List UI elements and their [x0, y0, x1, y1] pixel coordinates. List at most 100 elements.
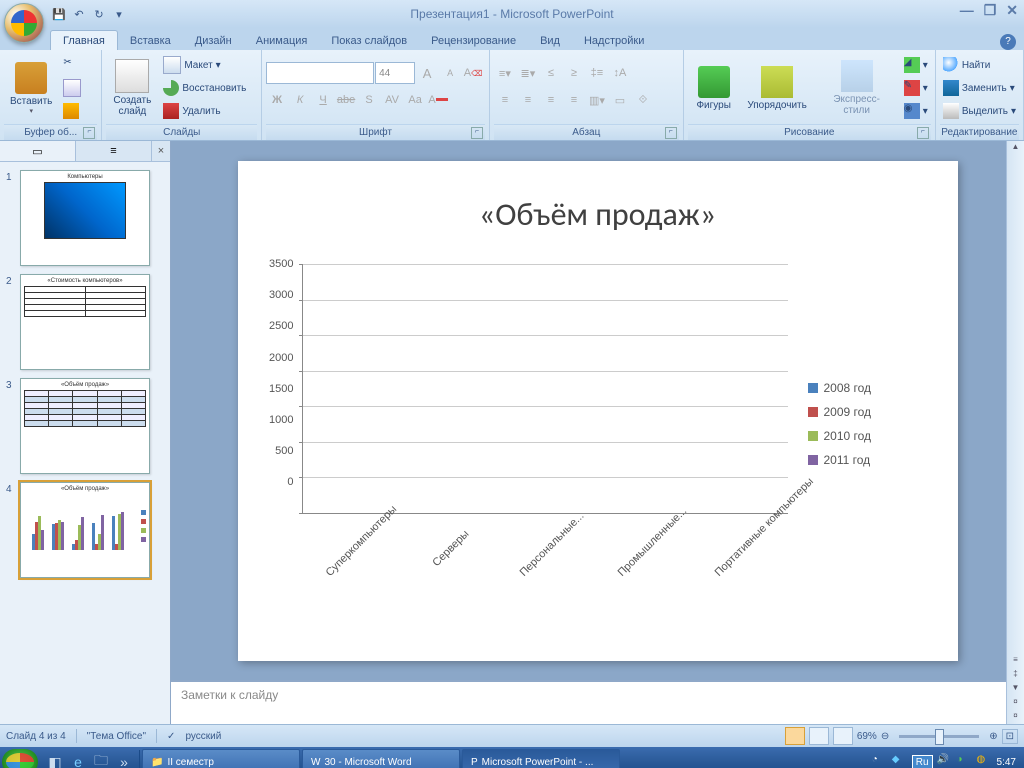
tray-clock[interactable]: 5:47: [997, 757, 1016, 768]
tab-view[interactable]: Вид: [528, 31, 572, 50]
bullets-button[interactable]: ≡▾: [494, 62, 516, 84]
paragraph-launcher-icon[interactable]: ⌐: [665, 127, 677, 139]
shapes-button[interactable]: Фигуры: [688, 64, 740, 113]
cut-button[interactable]: ✂: [60, 54, 84, 76]
tab-slideshow[interactable]: Показ слайдов: [319, 31, 419, 50]
new-slide-button[interactable]: Создать слайд: [106, 57, 158, 119]
help-icon[interactable]: ?: [1000, 34, 1016, 50]
tray-icon-4[interactable]: ◍: [977, 754, 993, 768]
tab-home[interactable]: Главная: [50, 30, 118, 50]
grow-font-button[interactable]: A: [416, 62, 438, 84]
notes-pane[interactable]: Заметки к слайду: [171, 680, 1007, 724]
spellcheck-icon[interactable]: ✓: [167, 731, 175, 742]
show-desktop-icon[interactable]: ◧: [44, 750, 66, 768]
shape-outline-button[interactable]: ✎▾: [901, 77, 931, 99]
start-button[interactable]: [2, 749, 38, 768]
change-case-button[interactable]: Aa: [404, 89, 426, 111]
tab-insert[interactable]: Вставка: [118, 31, 183, 50]
qat-menu-icon[interactable]: ▾: [110, 5, 128, 23]
thumbnails-close-icon[interactable]: ×: [152, 141, 170, 161]
font-size-combo[interactable]: [375, 62, 415, 84]
taskbar-app-button[interactable]: W30 - Microsoft Word: [302, 749, 460, 768]
slide-canvas[interactable]: «Объём продаж» 0500100015002000250030003…: [238, 161, 958, 661]
italic-button[interactable]: К: [289, 89, 311, 111]
strike-button[interactable]: abe: [335, 89, 357, 111]
maximize-icon[interactable]: ❐: [984, 2, 997, 19]
taskbar-app-button[interactable]: 📁II семестр: [142, 749, 300, 768]
align-left-button[interactable]: ≡: [494, 89, 516, 111]
normal-view-button[interactable]: [785, 727, 805, 745]
font-launcher-icon[interactable]: ⌐: [471, 127, 483, 139]
fit-window-button[interactable]: ⊡: [1002, 729, 1018, 744]
font-family-combo[interactable]: [266, 62, 374, 84]
layout-button[interactable]: Макет ▾: [160, 54, 249, 76]
vertical-scrollbar[interactable]: [1006, 141, 1024, 724]
align-right-button[interactable]: ≡: [540, 89, 562, 111]
close-icon[interactable]: ✕: [1006, 2, 1018, 19]
indent-dec-button[interactable]: ≤: [540, 62, 562, 84]
thumbnails-tab-slides[interactable]: ▭: [0, 141, 76, 161]
text-direction-button[interactable]: ↕A: [609, 62, 631, 84]
taskbar-app-button[interactable]: PMicrosoft PowerPoint - ...: [462, 749, 620, 768]
paste-button[interactable]: Вставить▾: [4, 60, 58, 117]
volume-icon[interactable]: 🔊: [937, 754, 953, 768]
sorter-view-button[interactable]: [809, 727, 829, 745]
tray-icon-1[interactable]: ◔: [872, 754, 888, 768]
replace-button[interactable]: Заменить ▾: [940, 77, 1019, 99]
zoom-out-button[interactable]: ⊖: [881, 731, 889, 742]
indent-inc-button[interactable]: ≥: [563, 62, 585, 84]
tab-design[interactable]: Дизайн: [183, 31, 244, 50]
office-button[interactable]: [4, 3, 44, 43]
format-painter-button[interactable]: [60, 100, 84, 122]
tray-icon-3[interactable]: ◑: [957, 754, 973, 768]
underline-button[interactable]: Ч: [312, 89, 334, 111]
find-button[interactable]: Найти: [940, 54, 1019, 76]
thumbnail-slide-2[interactable]: 2«Стоимость компьютеров»: [0, 270, 170, 374]
reset-button[interactable]: Восстановить: [160, 77, 249, 99]
columns-button[interactable]: ▥▾: [586, 89, 608, 111]
redo-icon[interactable]: ↻: [90, 5, 108, 23]
tab-review[interactable]: Рецензирование: [419, 31, 528, 50]
thumbnail-slide-1[interactable]: 1Компьютеры: [0, 166, 170, 270]
arrange-button[interactable]: Упорядочить: [742, 64, 813, 113]
ie-icon[interactable]: e: [67, 750, 89, 768]
align-text-button[interactable]: ▭: [609, 89, 631, 111]
zoom-value[interactable]: 69%: [857, 731, 877, 742]
status-language[interactable]: русский: [185, 731, 221, 742]
explorer-icon[interactable]: 🗀: [90, 750, 112, 768]
copy-button[interactable]: [60, 77, 84, 99]
smartart-button[interactable]: ⟐: [632, 89, 654, 111]
tray-icon-2[interactable]: ◆: [892, 754, 908, 768]
line-spacing-button[interactable]: ‡≡: [586, 62, 608, 84]
save-icon[interactable]: 💾: [50, 5, 68, 23]
justify-button[interactable]: ≡: [563, 89, 585, 111]
thumbnails-tab-outline[interactable]: ≡: [76, 141, 152, 161]
clipboard-launcher-icon[interactable]: ⌐: [83, 127, 95, 139]
select-button[interactable]: Выделить ▾: [940, 100, 1019, 122]
shape-fill-button[interactable]: ◢▾: [901, 54, 931, 76]
undo-icon[interactable]: ↶: [70, 5, 88, 23]
drawing-launcher-icon[interactable]: ⌐: [917, 127, 929, 139]
char-spacing-button[interactable]: AV: [381, 89, 403, 111]
numbering-button[interactable]: ≣▾: [517, 62, 539, 84]
status-bar: Слайд 4 из 4 "Тема Office" ✓ русский 69%…: [0, 724, 1024, 747]
tab-addins[interactable]: Надстройки: [572, 31, 656, 50]
thumbnail-slide-4[interactable]: 4«Объём продаж»: [0, 478, 170, 582]
tray-language[interactable]: Ru: [912, 755, 933, 768]
shrink-font-button[interactable]: A: [439, 62, 461, 84]
thumbnail-slide-3[interactable]: 3«Объём продаж»: [0, 374, 170, 478]
shadow-button[interactable]: S: [358, 89, 380, 111]
zoom-in-button[interactable]: ⊕: [989, 731, 997, 742]
zoom-slider[interactable]: [899, 735, 979, 738]
minimize-icon[interactable]: —: [960, 2, 974, 19]
font-color-button[interactable]: A: [427, 89, 449, 111]
clear-format-button[interactable]: A⌫: [462, 62, 484, 84]
slideshow-view-button[interactable]: [833, 727, 853, 745]
bold-button[interactable]: Ж: [266, 89, 288, 111]
shape-effects-button[interactable]: ◉▾: [901, 100, 931, 122]
align-center-button[interactable]: ≡: [517, 89, 539, 111]
tab-animation[interactable]: Анимация: [244, 31, 320, 50]
quick-styles-button[interactable]: Экспресс-стили: [815, 58, 899, 118]
ql-chevron-icon[interactable]: »: [113, 750, 135, 768]
delete-button[interactable]: Удалить: [160, 100, 249, 122]
